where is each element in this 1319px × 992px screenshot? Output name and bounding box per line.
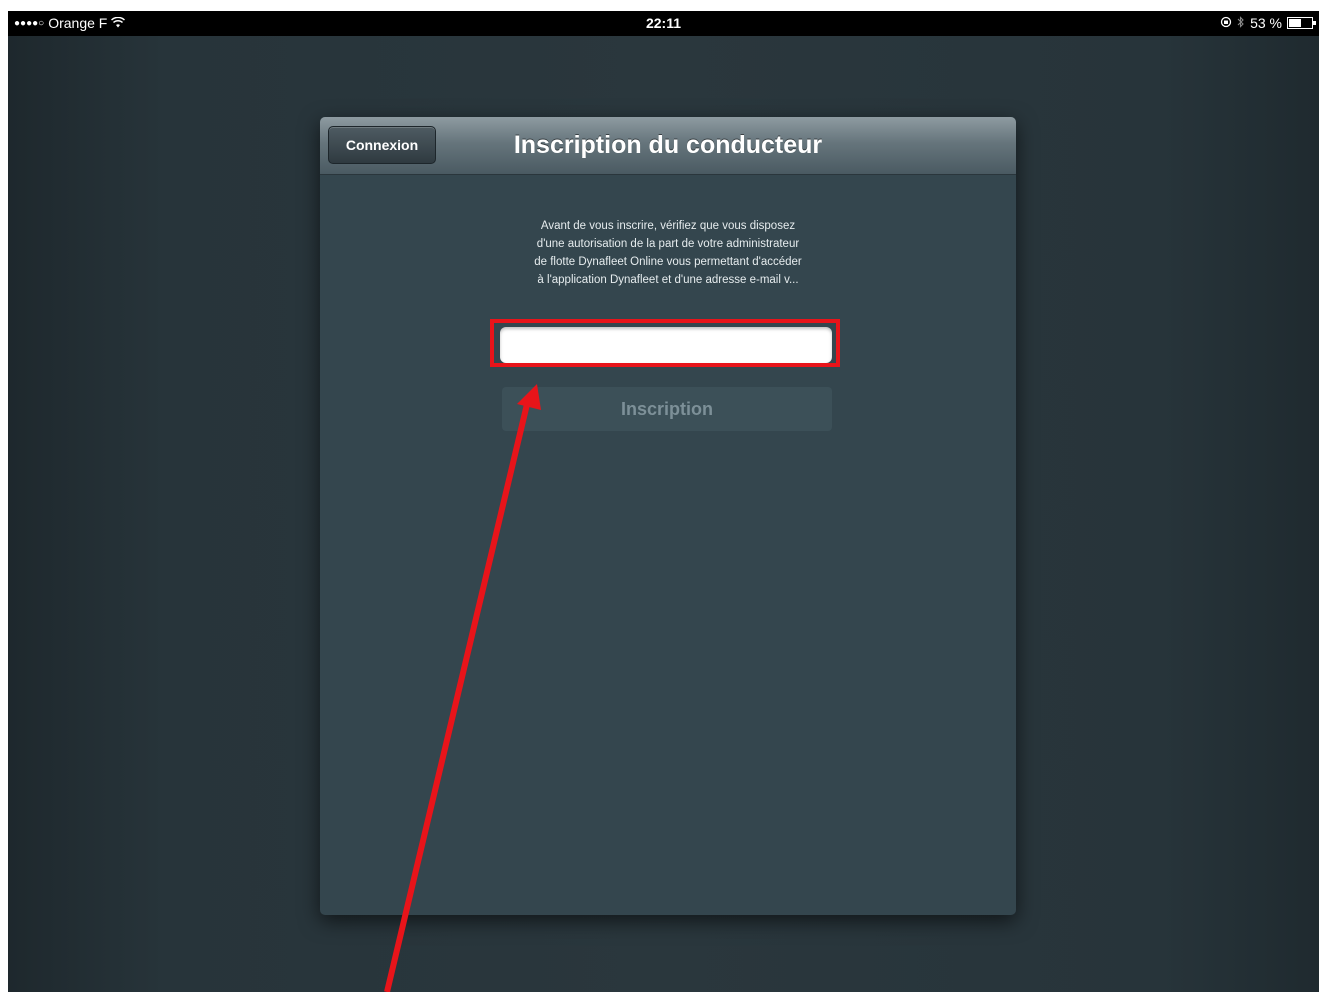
connexion-back-button[interactable]: Connexion — [328, 126, 436, 164]
info-line: d'une autorisation de la part de votre a… — [536, 238, 800, 250]
info-line: Avant de vous inscrire, vérifiez que vou… — [540, 220, 796, 232]
info-line: de flotte Dynafleet Online vous permetta… — [534, 256, 802, 268]
battery-fill — [1289, 19, 1301, 27]
info-line: à l'application Dynafleet et d'une adres… — [537, 274, 799, 286]
battery-icon — [1287, 17, 1316, 29]
status-bar: ●●●●○ Orange F 22:11 53 % — [8, 11, 1319, 36]
status-time: 22:11 — [645, 15, 682, 31]
driver-registration-dialog: Connexion Inscription du conducteur Avan… — [320, 117, 1016, 915]
battery-percent: 53 % — [1250, 15, 1282, 31]
inscription-button[interactable]: Inscription — [502, 387, 832, 431]
page-title: Inscription du conducteur — [513, 131, 823, 159]
registration-info-text: Avant de vous inscrire, vérifiez que vou… — [488, 217, 848, 289]
ipad-screen: ●●●●○ Orange F 22:11 53 % Connexion Insc… — [8, 11, 1319, 992]
navigation-bar: Connexion Inscription du conducteur — [320, 117, 1016, 175]
orientation-lock-icon — [1220, 15, 1232, 31]
bluetooth-icon — [1237, 15, 1245, 31]
annotation-highlight-box — [490, 319, 840, 367]
